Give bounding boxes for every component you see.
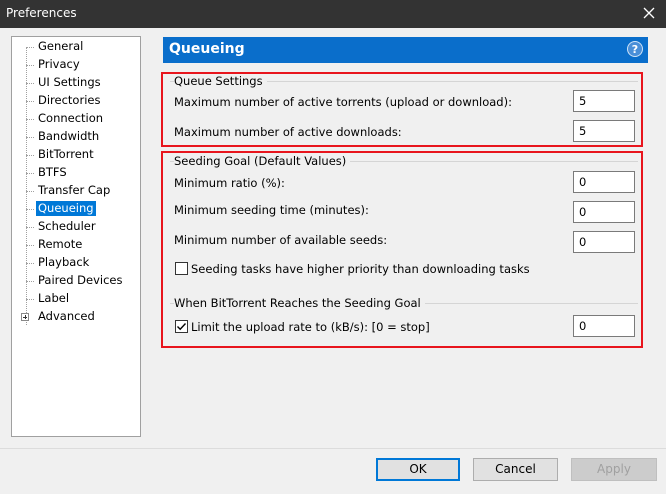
min-ratio-input[interactable] [573, 171, 635, 193]
min-seeds-input[interactable] [573, 231, 635, 253]
sidebar-item-ui-settings[interactable]: UI Settings [12, 75, 140, 91]
sidebar-item-label: Directories [38, 93, 101, 107]
footer-divider [0, 448, 666, 449]
sidebar-item-paired-devices[interactable]: Paired Devices [12, 273, 140, 289]
min-ratio-label: Minimum ratio (%): [174, 176, 285, 190]
max-active-downloads-input[interactable] [573, 120, 635, 142]
sidebar-item-privacy[interactable]: Privacy [12, 57, 140, 73]
sidebar-item-label: Connection [38, 111, 104, 125]
sidebar-item-transfer-cap[interactable]: Transfer Cap [12, 183, 140, 199]
expand-icon[interactable] [21, 313, 29, 321]
sidebar-item-general[interactable]: General [12, 39, 140, 55]
min-seeding-time-label: Minimum seeding time (minutes): [174, 203, 369, 217]
sidebar-item-label: Queueing [36, 201, 96, 216]
sidebar-item-label: Scheduler [38, 219, 96, 233]
sidebar-item-bandwidth[interactable]: Bandwidth [12, 129, 140, 145]
cancel-button[interactable]: Cancel [473, 458, 558, 481]
queue-settings-title: Queue Settings [174, 74, 267, 88]
sidebar-item-connection[interactable]: Connection [12, 111, 140, 127]
sidebar-item-remote[interactable]: Remote [12, 237, 140, 253]
sidebar-item-advanced[interactable]: Advanced [12, 309, 140, 325]
title-bar: Preferences [0, 0, 666, 28]
window-title: Preferences [6, 6, 77, 20]
sidebar-item-label: Transfer Cap [38, 183, 111, 197]
max-active-downloads-label: Maximum number of active downloads: [174, 125, 402, 139]
sidebar-item-bittorrent[interactable]: BitTorrent [12, 147, 140, 163]
seeding-priority-label: Seeding tasks have higher priority than … [191, 262, 530, 276]
limit-upload-label: Limit the upload rate to (kB/s): [0 = st… [191, 320, 430, 334]
help-icon[interactable]: ? [627, 41, 643, 57]
seeding-priority-checkbox[interactable] [175, 262, 188, 275]
min-seeding-time-input[interactable] [573, 201, 635, 223]
sidebar-item-label: General [38, 39, 84, 53]
sidebar-item-label: Playback [38, 255, 90, 269]
sidebar-item-label: Paired Devices [38, 273, 123, 287]
sidebar-item-label-category[interactable]: Label [12, 291, 140, 307]
sidebar-item-label: BTFS [38, 165, 67, 179]
limit-upload-checkbox[interactable] [175, 320, 188, 333]
page-header: Queueing ? [163, 37, 648, 63]
max-active-torrents-label: Maximum number of active torrents (uploa… [174, 95, 512, 109]
category-tree[interactable]: General Privacy UI Settings Directories … [11, 36, 141, 437]
sidebar-item-btfs[interactable]: BTFS [12, 165, 140, 181]
seeding-goal-reached-title: When BitTorrent Reaches the Seeding Goal [174, 296, 425, 310]
seeding-goal-title: Seeding Goal (Default Values) [174, 154, 351, 168]
sidebar-item-label: Privacy [38, 57, 80, 71]
sidebar-item-playback[interactable]: Playback [12, 255, 140, 271]
sidebar-item-label: Bandwidth [38, 129, 100, 143]
page-title: Queueing [169, 41, 245, 57]
min-seeds-label: Minimum number of available seeds: [174, 233, 388, 247]
sidebar-item-label: Remote [38, 237, 83, 251]
checkmark-icon [177, 323, 187, 331]
sidebar-item-queueing[interactable]: Queueing [12, 201, 140, 217]
limit-upload-input[interactable] [573, 315, 635, 337]
sidebar-item-label: UI Settings [38, 75, 101, 89]
ok-button[interactable]: OK [376, 458, 460, 481]
sidebar-item-label: Label [38, 291, 70, 305]
max-active-torrents-input[interactable] [573, 90, 635, 112]
apply-button[interactable]: Apply [571, 458, 657, 481]
sidebar-item-label: BitTorrent [38, 147, 94, 161]
close-icon[interactable] [640, 4, 658, 22]
sidebar-item-label: Advanced [38, 309, 95, 323]
sidebar-item-directories[interactable]: Directories [12, 93, 140, 109]
sidebar-item-scheduler[interactable]: Scheduler [12, 219, 140, 235]
